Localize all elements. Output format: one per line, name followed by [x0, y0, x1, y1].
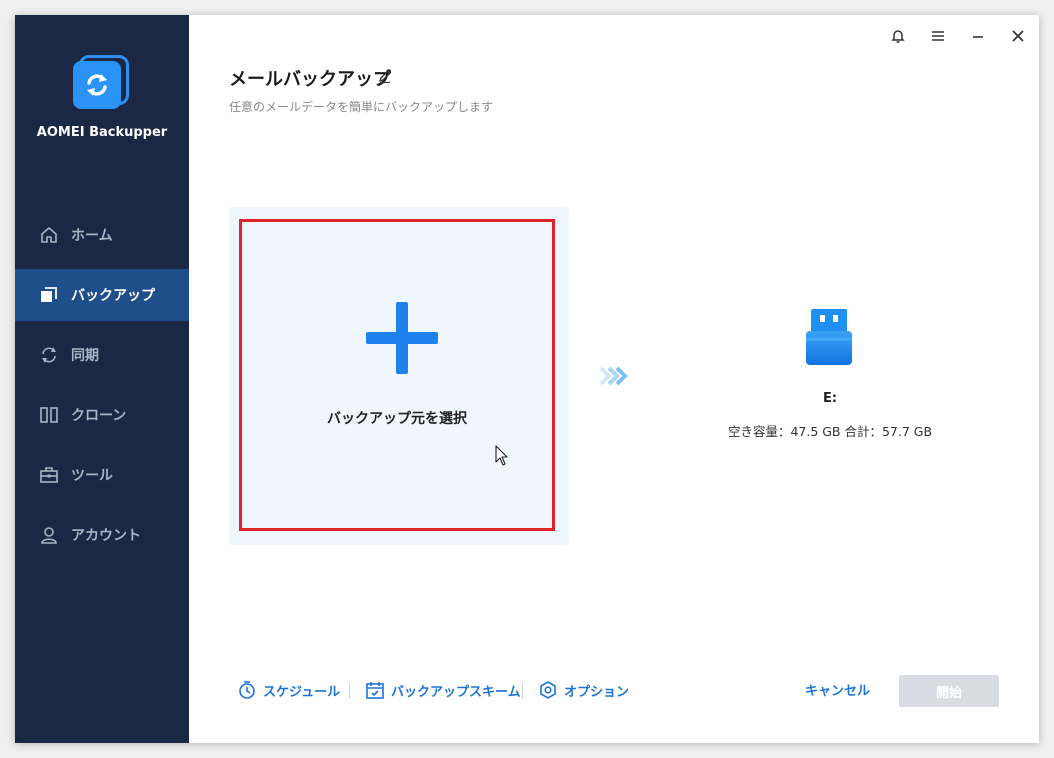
start-button[interactable]: 開始	[899, 675, 999, 707]
sidebar-item-tools[interactable]: ツール	[15, 449, 189, 501]
sidebar-item-label: ツール	[71, 468, 113, 484]
calendar-check-icon	[366, 682, 384, 699]
options-label: オプション	[564, 684, 630, 700]
sidebar-item-home[interactable]: ホーム	[15, 209, 189, 261]
clone-icon	[39, 405, 59, 425]
options-button[interactable]: オプション	[538, 679, 629, 701]
sidebar-item-clone[interactable]: クローン	[15, 389, 189, 441]
sidebar-item-backup[interactable]: バックアップ	[15, 269, 189, 321]
sidebar-item-label: アカウント	[71, 528, 141, 544]
page-title: メールバックアップ	[229, 69, 391, 90]
toolbox-icon	[39, 465, 59, 485]
cancel-button[interactable]: キャンセル	[805, 680, 870, 699]
sidebar: AOMEI Backupper ホーム バックアップ 同期 クローン ツール ア…	[15, 15, 189, 743]
menu-icon[interactable]	[927, 25, 949, 47]
page-subtitle: 任意のメールデータを簡単にバックアップします	[229, 100, 494, 114]
timer-icon	[239, 681, 255, 699]
source-label: バックアップ元を選択	[327, 411, 467, 427]
user-icon	[39, 525, 59, 545]
backup-scheme-label: バックアップスキーム	[391, 684, 521, 700]
backup-scheme-button[interactable]: バックアップスキーム	[365, 679, 521, 701]
minimize-icon[interactable]	[967, 25, 989, 47]
home-icon	[39, 225, 59, 245]
edit-icon[interactable]	[377, 68, 393, 84]
backup-icon	[39, 285, 59, 305]
select-source-button[interactable]: バックアップ元を選択	[239, 219, 555, 531]
app-window: AOMEI Backupper ホーム バックアップ 同期 クローン ツール ア…	[15, 15, 1039, 743]
app-name: AOMEI Backupper	[36, 125, 168, 140]
divider	[349, 683, 350, 699]
app-logo-icon	[73, 55, 129, 111]
mouse-cursor-icon	[495, 445, 509, 467]
gear-icon	[540, 681, 556, 699]
sidebar-item-label: クローン	[71, 408, 127, 424]
sidebar-item-label: ホーム	[71, 228, 113, 244]
usb-drive-icon	[804, 305, 854, 367]
sidebar-item-label: バックアップ	[71, 288, 155, 304]
sync-icon	[39, 345, 59, 365]
divider	[522, 683, 523, 699]
drive-capacity: 空き容量：47.5 GB 合計：57.7 GB	[727, 424, 933, 439]
schedule-label: スケジュール	[263, 684, 341, 700]
bell-icon[interactable]	[887, 25, 909, 47]
arrow-right-icon	[599, 365, 631, 387]
sidebar-item-account[interactable]: アカウント	[15, 509, 189, 561]
sidebar-item-sync[interactable]: 同期	[15, 329, 189, 381]
drive-name: E:	[822, 391, 838, 406]
plus-icon	[366, 302, 438, 374]
schedule-button[interactable]: スケジュール	[237, 679, 340, 701]
close-icon[interactable]	[1007, 25, 1029, 47]
target-drive[interactable]: E: 空き容量：47.5 GB 合計：57.7 GB	[715, 299, 945, 449]
sidebar-item-label: 同期	[71, 348, 99, 364]
